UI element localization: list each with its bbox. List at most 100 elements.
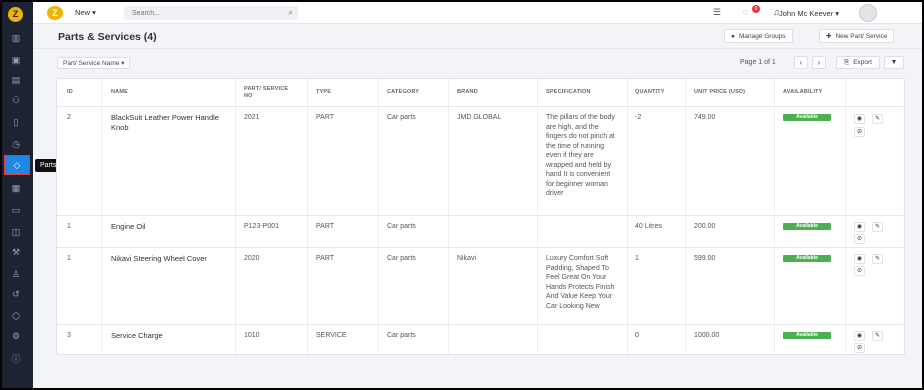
view-icon[interactable]: ◉	[854, 331, 865, 341]
view-icon[interactable]: ◉	[854, 114, 865, 124]
row-name[interactable]: Nikavi Steering Wheel Cover	[111, 254, 227, 264]
row-id: 1	[67, 255, 71, 262]
status-badge: Available	[783, 223, 831, 230]
funnel-icon: ▼	[890, 59, 898, 66]
calendar-icon[interactable]: ▣	[6, 52, 26, 68]
search-input[interactable]	[124, 6, 274, 20]
row-specification: Luxury Comfort Soft Padding, Shaped To F…	[546, 255, 615, 310]
edit-icon[interactable]: ✎	[872, 114, 883, 124]
row-category: Car parts	[387, 255, 416, 262]
cube-icon[interactable]: ◫	[6, 224, 26, 240]
sidebar: Z ▥ ▣ ▤ ⚇ ▯ ◷ ◇ ▦ ▭ ◫ ⚒ ♙ ↺ ⬡ ⚙ ⓘ	[2, 2, 33, 388]
status-badge: Available	[783, 255, 831, 262]
row-type: PART	[316, 255, 335, 262]
export-label: Export	[853, 59, 872, 66]
row-brand: Nikavi	[457, 255, 477, 262]
row-quantity: 1	[635, 255, 639, 262]
app-logo[interactable]: Z	[47, 6, 63, 20]
manage-groups-button[interactable]: ● Manage Groups	[724, 29, 793, 43]
column-header-category[interactable]: CATEGORY	[387, 79, 419, 106]
filter-button[interactable]: ▼	[884, 56, 904, 69]
view-icon[interactable]: ◉	[854, 222, 865, 232]
disable-icon[interactable]: ⊘	[854, 266, 865, 276]
disable-icon[interactable]: ⊘	[854, 343, 865, 353]
row-unit-price: 1000.00	[694, 332, 720, 339]
row-category: Car parts	[387, 223, 416, 230]
chevron-right-icon: ›	[817, 58, 821, 67]
column-header-type[interactable]: TYPE	[316, 79, 331, 106]
next-page-button[interactable]: ›	[812, 56, 826, 69]
row-quantity: 40 Litres	[635, 223, 662, 230]
parts-services-icon[interactable]: ◇	[4, 155, 30, 175]
refresh-icon[interactable]: ↺	[6, 286, 26, 302]
row-part-no: 2020	[244, 255, 260, 262]
column-header-id[interactable]: ID	[67, 79, 73, 106]
tools-icon[interactable]: ⚒	[6, 244, 26, 260]
reports-icon[interactable]: ▦	[6, 180, 26, 196]
dashboard-icon[interactable]: ▥	[6, 30, 26, 46]
status-badge: Available	[783, 114, 831, 121]
page-title: Parts & Services (4)	[58, 31, 157, 43]
column-header-part-no[interactable]: PART/ SERVICE NO	[244, 79, 292, 106]
header-divider	[33, 48, 922, 49]
row-type: SERVICE	[316, 332, 347, 339]
row-id: 3	[67, 332, 71, 339]
column-header-brand[interactable]: BRAND	[457, 79, 478, 106]
app-window: Z ▥ ▣ ▤ ⚇ ▯ ◷ ◇ ▦ ▭ ◫ ⚒ ♙ ↺ ⬡ ⚙ ⓘ Parts …	[0, 0, 924, 390]
edit-icon[interactable]: ✎	[872, 331, 883, 341]
row-type: PART	[316, 223, 335, 230]
row-name[interactable]: Service Charge	[111, 331, 227, 341]
chat-icon[interactable]: ◌	[743, 7, 748, 17]
edit-icon[interactable]: ✎	[872, 254, 883, 264]
name-filter-dropdown[interactable]: Part/ Service Name ▾	[57, 57, 131, 69]
avatar[interactable]	[859, 4, 877, 22]
gear-icon[interactable]: ⚙	[6, 328, 26, 344]
new-part-service-button[interactable]: ✚ New Part/ Service	[819, 29, 895, 43]
export-button[interactable]: ⎘ Export	[836, 56, 880, 69]
search-box: ⌕	[124, 6, 298, 20]
map-icon[interactable]: ▯	[6, 114, 26, 130]
row-part-no: 2021	[244, 114, 260, 121]
settings-icon[interactable]: ⬡	[6, 308, 26, 324]
row-quantity: 0	[635, 332, 639, 339]
row-type: PART	[316, 114, 335, 121]
sidebar-logo[interactable]: Z	[8, 7, 23, 22]
column-header-quantity[interactable]: QUANTITY	[635, 79, 665, 106]
chevron-left-icon: ‹	[799, 58, 803, 67]
row-part-no: P123-P001	[244, 223, 280, 230]
disable-icon[interactable]: ⊘	[854, 127, 865, 137]
customers-icon[interactable]: ⚇	[6, 92, 26, 108]
help-icon[interactable]: ⓘ	[6, 350, 26, 366]
column-header-unit-price[interactable]: UNIT PRICE (USD)	[694, 79, 745, 106]
column-header-availability[interactable]: AVAILABILITY	[783, 79, 822, 106]
row-name[interactable]: BlackSuit Leather Power Handle Knob	[111, 113, 227, 133]
group-icon: ●	[731, 32, 735, 40]
column-header-name[interactable]: NAME	[111, 79, 128, 106]
manage-groups-label: Manage Groups	[738, 32, 786, 40]
new-part-service-label: New Part/ Service	[835, 32, 888, 40]
new-dropdown-button[interactable]: New ▾	[75, 8, 96, 17]
view-icon[interactable]: ◉	[854, 254, 865, 264]
inventory-icon[interactable]: ▤	[6, 72, 26, 88]
pagination-label: Page 1 of 1	[740, 59, 776, 66]
row-specification: The pillars of the body are high, and th…	[546, 114, 615, 197]
plus-icon: ✚	[826, 33, 832, 40]
disable-icon[interactable]: ⊘	[854, 234, 865, 244]
user-icon[interactable]: ♙	[6, 266, 26, 282]
row-unit-price: 749.00	[694, 114, 716, 121]
prev-page-button[interactable]: ‹	[794, 56, 808, 69]
row-quantity: -2	[635, 114, 642, 121]
user-menu[interactable]: John Mc Keever ▾	[779, 9, 839, 18]
list-icon[interactable]: ☰	[713, 7, 721, 18]
folder-icon[interactable]: ▭	[6, 202, 26, 218]
edit-icon[interactable]: ✎	[872, 222, 883, 232]
column-header-specification[interactable]: SPECIFICATION	[546, 79, 591, 106]
notification-badge: 0	[752, 5, 760, 13]
row-brand: JMD GLOBAL	[457, 114, 502, 121]
row-unit-price: 599.00	[694, 255, 716, 262]
row-id: 1	[67, 223, 71, 230]
row-category: Car parts	[387, 332, 416, 339]
history-icon[interactable]: ◷	[6, 136, 26, 152]
search-icon[interactable]: ⌕	[289, 8, 293, 18]
row-name[interactable]: Engine Oil	[111, 222, 227, 232]
